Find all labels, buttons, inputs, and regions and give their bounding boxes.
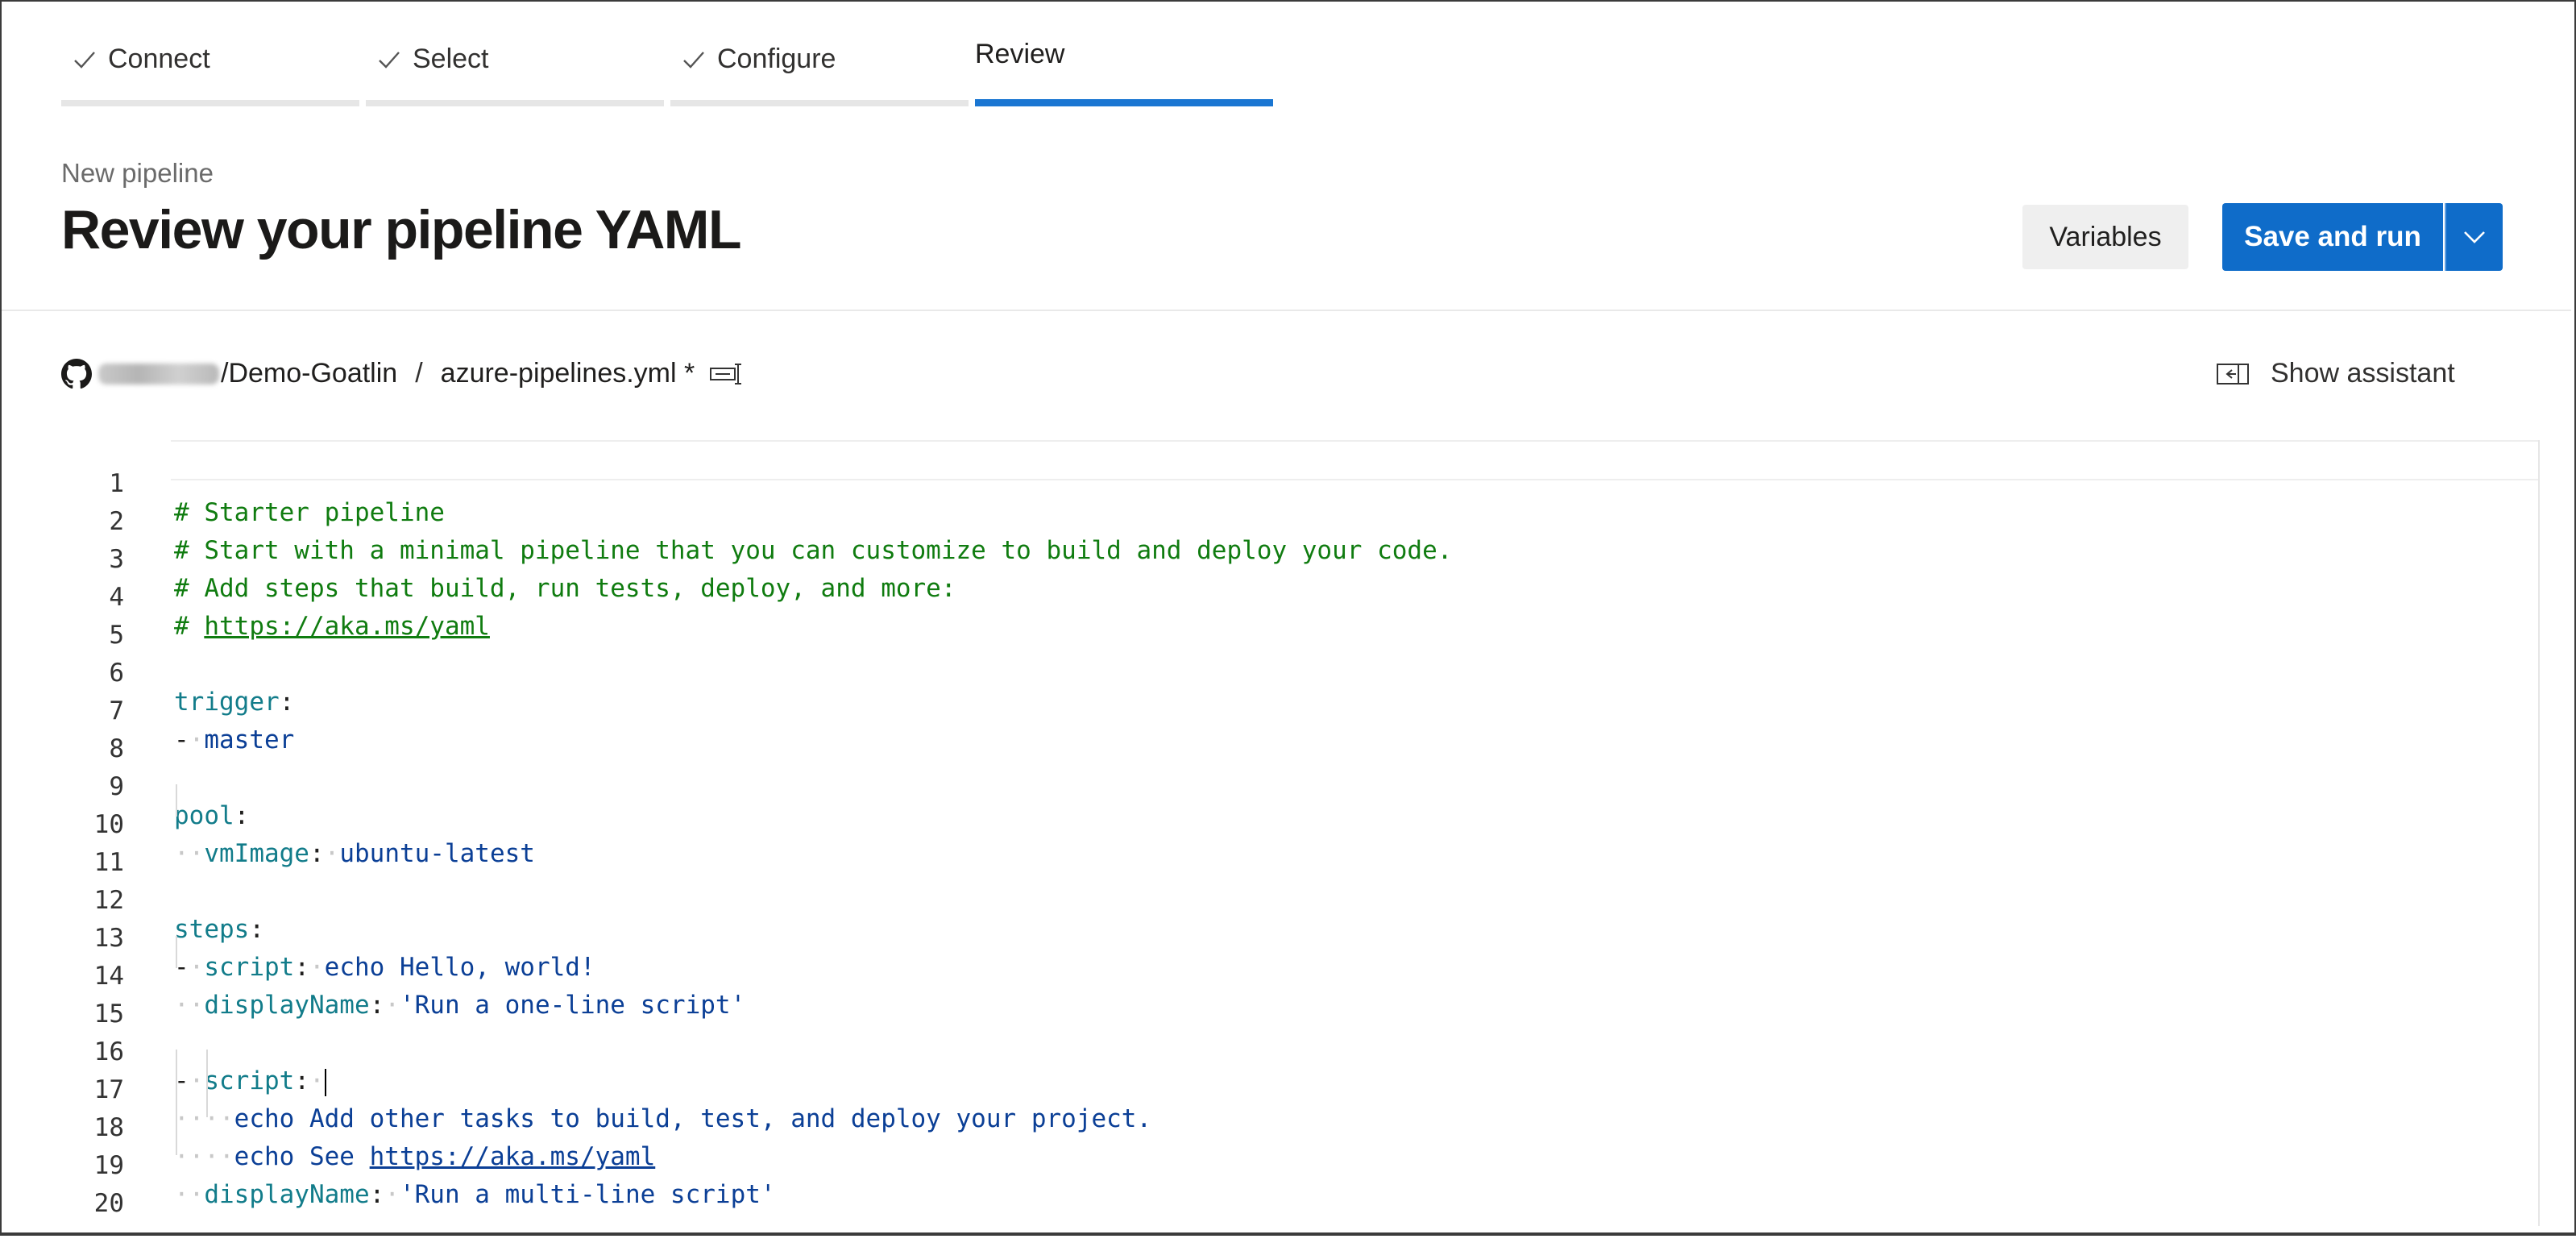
editor-line: 16 -·script:·: [2, 1008, 2540, 1096]
editor-line: 10 ··vmImage:·ubuntu-latest: [2, 781, 2540, 868]
step-label: Review: [975, 39, 1065, 69]
editor-line: 5: [2, 592, 2540, 650]
assistant-panel-icon: [2217, 363, 2249, 384]
step-progress-bar: [61, 100, 359, 106]
editor-line: 1 # Starter pipeline: [2, 440, 2540, 527]
line-number: 20: [93, 1189, 124, 1218]
editor-line: 3 # Add steps that build, run tests, dep…: [2, 516, 2540, 603]
check-icon: [74, 51, 95, 69]
variables-button[interactable]: Variables: [2022, 205, 2188, 269]
check-icon: [683, 51, 704, 69]
step-review[interactable]: Review: [975, 37, 1273, 106]
indent-guide: [206, 1050, 208, 1117]
editor-line: 13 -·script:·echo Hello, world!: [2, 895, 2540, 982]
step-connect[interactable]: Connect: [61, 37, 359, 106]
chevron-down-icon: [2464, 231, 2485, 243]
step-select[interactable]: Select: [366, 37, 664, 106]
editor-line: 14 ··displayName:·'Run a one-line script…: [2, 933, 2540, 1020]
indent-guide: [176, 1050, 177, 1155]
editor-line: 12 steps:: [2, 857, 2540, 944]
breadcrumb: /Demo-Goatlin / azure-pipelines.yml *: [61, 358, 745, 389]
save-options-dropdown-button[interactable]: [2445, 203, 2503, 271]
step-label: Configure: [717, 44, 836, 74]
owner-name-redacted: [98, 363, 219, 384]
step-label: Select: [413, 44, 489, 74]
editor-line: 17 ····echo Add other tasks to build, te…: [2, 1046, 2540, 1133]
step-progress-bar: [670, 100, 969, 106]
editor-line: 6 trigger:: [2, 630, 2540, 717]
step-label: Connect: [108, 44, 210, 74]
page-subtitle: New pipeline: [61, 158, 214, 188]
keyboard-shortcut-icon[interactable]: [709, 362, 745, 386]
indent-guide: [176, 936, 177, 968]
github-icon: [61, 358, 92, 389]
path-separator: /: [415, 358, 423, 389]
header-divider: [2, 310, 2571, 311]
editor-scrollbar[interactable]: [2538, 440, 2540, 1226]
yaml-editor[interactable]: 1 # Starter pipeline 2 # Start with a mi…: [2, 440, 2540, 1226]
editor-line: 18 ····echo See https://aka.ms/yaml: [2, 1084, 2540, 1171]
editor-line: 9 pool:: [2, 743, 2540, 830]
editor-line: 15: [2, 971, 2540, 1029]
show-assistant-label: Show assistant: [2271, 358, 2455, 389]
repo-name[interactable]: /Demo-Goatlin: [221, 358, 397, 389]
editor-line: 2 # Start with a minimal pipeline that y…: [2, 478, 2540, 565]
editor-line: 19 ··displayName:·'Run a multi-line scri…: [2, 1122, 2540, 1209]
editor-line: 8: [2, 705, 2540, 763]
step-progress-bar-active: [975, 99, 1273, 106]
editor-line: 7 -·master: [2, 667, 2540, 754]
indent-guide: [176, 784, 177, 817]
save-and-run-button[interactable]: Save and run: [2222, 203, 2443, 271]
page-title: Review your pipeline YAML: [61, 199, 741, 260]
wizard-steps: Connect Select Configure Review: [61, 37, 1273, 106]
editor-line: 11: [2, 819, 2540, 877]
file-name: azure-pipelines.yml *: [440, 358, 695, 389]
editor-line: 4 # https://aka.ms/yaml: [2, 554, 2540, 641]
show-assistant-button[interactable]: Show assistant: [2216, 358, 2455, 389]
step-progress-bar: [366, 100, 664, 106]
editor-line: 20: [2, 1160, 2540, 1218]
check-icon: [379, 51, 400, 69]
step-configure[interactable]: Configure: [670, 37, 969, 106]
